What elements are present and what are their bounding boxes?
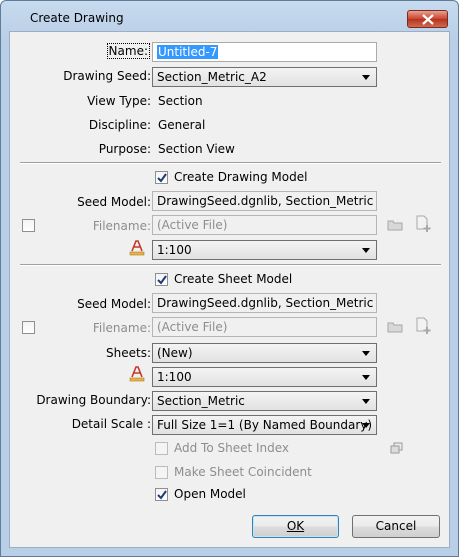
- sheet-filename-checkbox[interactable]: [22, 321, 35, 334]
- sheets-select[interactable]: (New): [152, 343, 377, 363]
- folder-icon[interactable]: [387, 320, 403, 333]
- name-value: Untitled-7: [157, 45, 219, 59]
- new-file-icon[interactable]: [415, 215, 432, 233]
- close-icon: [422, 14, 434, 25]
- folder-icon[interactable]: [387, 218, 403, 231]
- view-type-label: View Type:: [87, 94, 151, 108]
- new-file-icon[interactable]: [415, 317, 432, 335]
- sheets-label: Sheets:: [106, 346, 151, 360]
- name-label: Name:: [106, 43, 150, 59]
- detail-scale-label: Detail Scale :: [71, 417, 151, 431]
- cancel-button[interactable]: Cancel: [352, 515, 440, 538]
- ok-button[interactable]: OK: [252, 515, 339, 538]
- sheet-index-icon[interactable]: [390, 442, 404, 454]
- check-icon: [157, 173, 167, 183]
- create-sheet-model-label: Create Sheet Model: [174, 272, 293, 286]
- drawing-seed-label: Drawing Seed:: [63, 69, 151, 83]
- open-model-checkbox[interactable]: [155, 488, 168, 501]
- create-drawing-model-checkbox[interactable]: [155, 171, 168, 184]
- make-sheet-coincident-checkbox[interactable]: [155, 466, 168, 479]
- drawing-filename-label: Filename:: [92, 219, 151, 233]
- drawing-seed-value: Section_Metric_A2: [157, 70, 267, 84]
- sheet-scale-value: 1:100: [157, 370, 192, 384]
- open-model-label: Open Model: [174, 487, 246, 501]
- create-drawing-dialog: Create Drawing Name: Untitled-7 Drawing …: [0, 0, 459, 557]
- sheet-seed-model-field[interactable]: DrawingSeed.dgnlib, Section_Metric [She: [152, 293, 377, 313]
- check-icon: [157, 275, 167, 285]
- separator: [20, 162, 441, 164]
- discipline-label: Discipline:: [88, 118, 151, 132]
- annotation-scale-icon: [129, 366, 145, 382]
- separator: [20, 264, 441, 266]
- sheet-filename-label: Filename:: [92, 321, 151, 335]
- create-drawing-model-label: Create Drawing Model: [174, 170, 308, 184]
- drawing-seed-model-label: Seed Model:: [77, 195, 151, 209]
- make-sheet-coincident-label: Make Sheet Coincident: [174, 465, 312, 479]
- close-button[interactable]: [407, 10, 448, 28]
- chevron-down-icon: [362, 399, 370, 404]
- drawing-filename-checkbox[interactable]: [22, 219, 35, 232]
- add-to-sheet-index-checkbox[interactable]: [155, 442, 168, 455]
- purpose-label: Purpose:: [98, 142, 151, 156]
- drawing-boundary-value: Section_Metric: [157, 394, 245, 408]
- drawing-filename-field[interactable]: (Active File): [152, 215, 377, 235]
- sheet-scale-select[interactable]: 1:100: [152, 367, 377, 387]
- chevron-down-icon: [362, 75, 370, 80]
- add-to-sheet-index-label: Add To Sheet Index: [174, 441, 290, 455]
- chevron-down-icon: [362, 248, 370, 253]
- create-sheet-model-checkbox[interactable]: [155, 273, 168, 286]
- sheet-filename-field[interactable]: (Active File): [152, 317, 377, 337]
- chevron-down-icon: [362, 423, 370, 428]
- drawing-seed-model-field[interactable]: DrawingSeed.dgnlib, Section_Metric: [152, 191, 377, 211]
- discipline-value: General: [158, 118, 206, 132]
- drawing-boundary-label: Drawing Boundary:: [36, 393, 151, 407]
- sheet-seed-model-label: Seed Model:: [77, 297, 151, 311]
- ok-button-label: OK: [286, 519, 305, 533]
- view-type-value: Section: [158, 94, 203, 108]
- drawing-seed-select[interactable]: Section_Metric_A2: [152, 67, 377, 87]
- drawing-boundary-select[interactable]: Section_Metric: [152, 391, 377, 411]
- detail-scale-value: Full Size 1=1 (By Named Boundary): [157, 418, 373, 432]
- drawing-scale-select[interactable]: 1:100: [152, 240, 377, 260]
- sheets-value: (New): [157, 346, 193, 360]
- dialog-body: Name: Untitled-7 Drawing Seed: Section_M…: [9, 31, 450, 548]
- chevron-down-icon: [362, 351, 370, 356]
- window-title: Create Drawing: [30, 11, 124, 25]
- purpose-value: Section View: [158, 142, 235, 156]
- chevron-down-icon: [362, 375, 370, 380]
- check-icon: [157, 490, 167, 500]
- detail-scale-select[interactable]: Full Size 1=1 (By Named Boundary): [152, 415, 377, 435]
- annotation-scale-icon: [129, 240, 145, 256]
- name-field[interactable]: Untitled-7: [152, 42, 377, 62]
- drawing-scale-value: 1:100: [157, 243, 192, 257]
- title-bar[interactable]: Create Drawing: [1, 1, 458, 31]
